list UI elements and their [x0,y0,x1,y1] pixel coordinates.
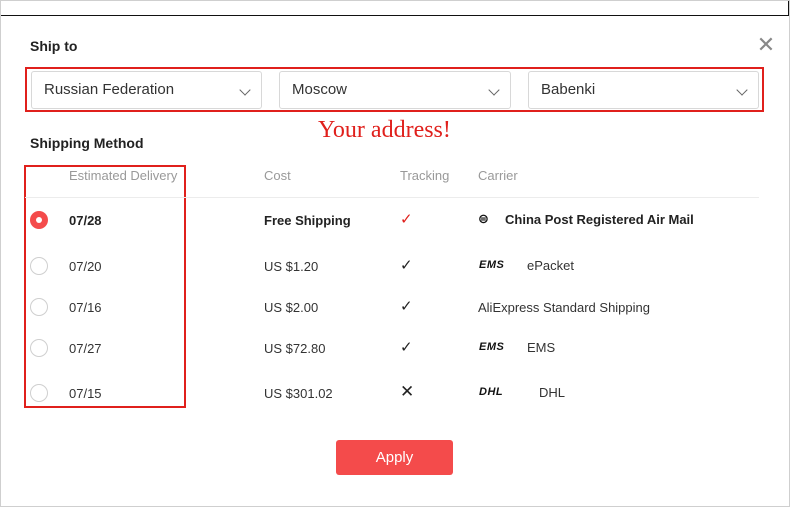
radio-option[interactable] [30,257,48,275]
chevron-down-icon [736,84,748,96]
carrier-name: DHL [539,385,566,400]
ship-to-title: Ship to [30,38,78,54]
header-divider [25,197,759,198]
city-select[interactable]: Moscow [279,71,511,109]
country-select[interactable]: Russian Federation [31,71,262,109]
delivery-date: 07/16 [69,300,102,315]
chevron-down-icon [488,84,500,96]
no-tracking-icon: ✕ [400,382,415,401]
tracking-check-icon: ✓ [400,257,413,274]
chevron-down-icon [239,84,251,96]
shipping-method-title: Shipping Method [30,135,144,151]
carrier-name: EMS [527,340,556,355]
address-annotation: Your address! [318,117,451,143]
radio-option[interactable] [30,339,48,357]
country-value: Russian Federation [44,81,175,98]
shipping-cost: US $72.80 [264,341,326,356]
delivery-date: 07/27 [69,341,102,356]
radio-option[interactable] [30,384,48,402]
header-carrier: Carrier [478,168,518,183]
tracking-check-icon: ✓ [400,298,413,315]
tracking-check-icon: ✓ [400,339,413,356]
china-post-logo-icon: ⊜ [478,211,490,226]
shipping-cost: Free Shipping [264,213,351,228]
ems-logo: EMS [479,259,505,271]
tracking-check-icon: ✓ [400,211,413,228]
delivery-date: 07/20 [69,259,102,274]
carrier-name: ePacket [527,258,574,273]
delivery-date: 07/15 [69,386,102,401]
apply-button[interactable]: Apply [336,440,453,475]
radio-option[interactable] [30,298,48,316]
shipping-cost: US $1.20 [264,259,319,274]
shipping-cost: US $2.00 [264,300,319,315]
header-cost: Cost [264,168,291,183]
district-select[interactable]: Babenki [528,71,759,109]
delivery-highlight-box [24,165,186,408]
dhl-logo: DHL [479,386,504,398]
city-value: Moscow [292,81,348,98]
header-estimated-delivery: Estimated Delivery [69,168,178,183]
header-tracking: Tracking [400,168,450,183]
shipping-cost: US $301.02 [264,386,333,401]
ems-logo: EMS [479,341,505,353]
carrier-name: AliExpress Standard Shipping [478,300,650,315]
carrier-name: China Post Registered Air Mail [505,212,694,227]
delivery-date: 07/28 [69,213,102,228]
radio-selected[interactable] [30,211,48,229]
close-icon[interactable]: ✕ [756,34,776,56]
district-value: Babenki [541,81,596,98]
